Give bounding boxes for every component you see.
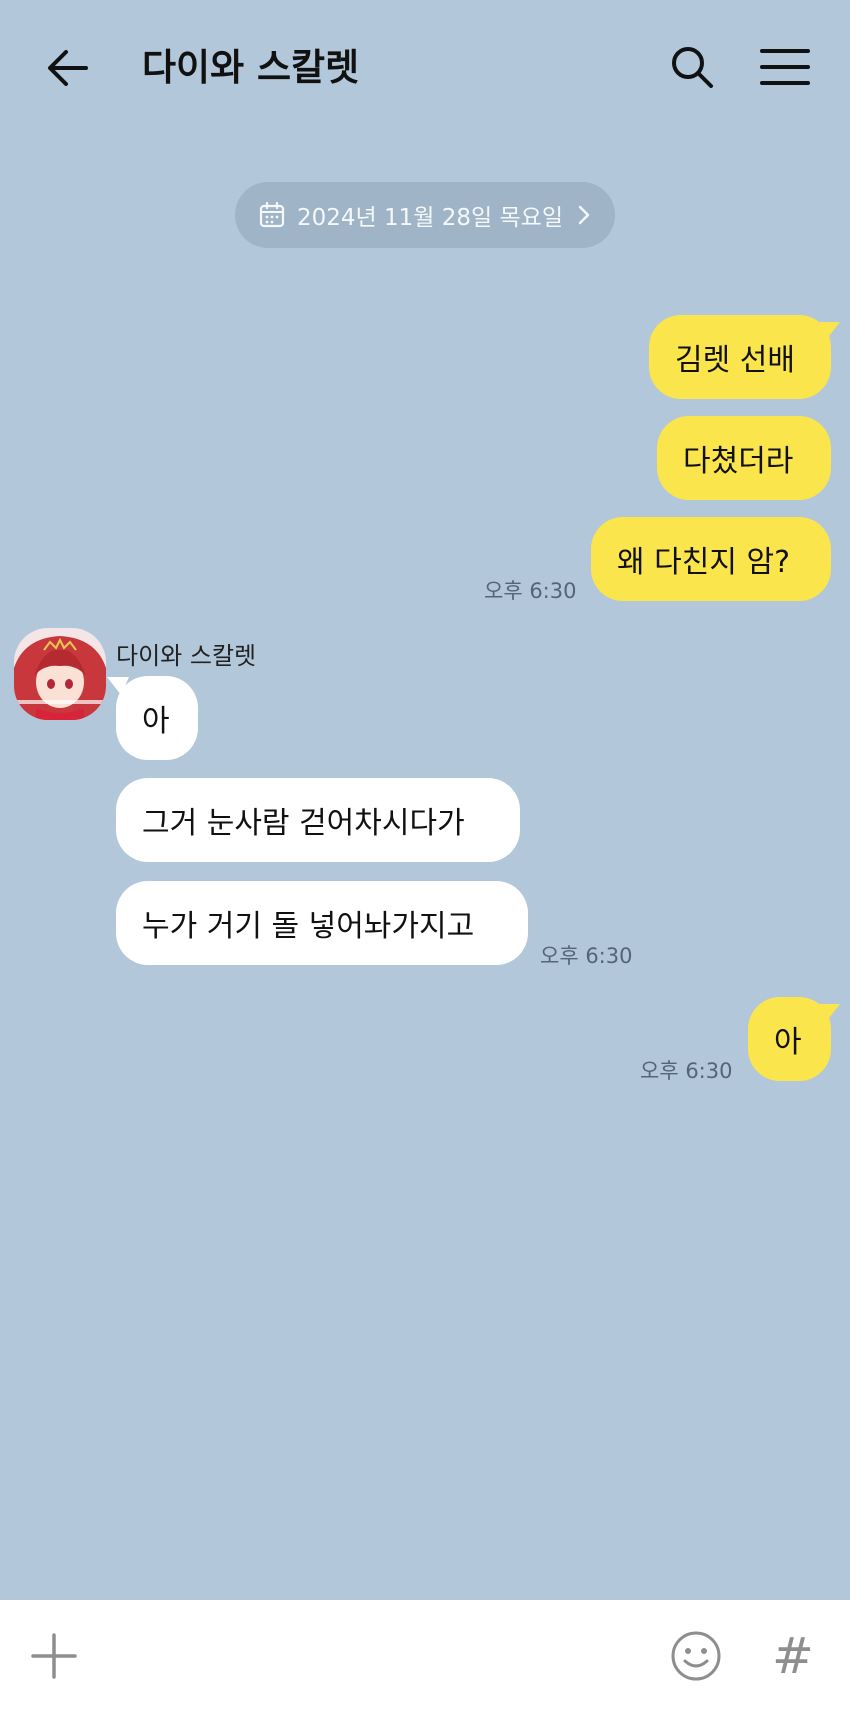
hashtag-button[interactable]: # xyxy=(766,1626,820,1686)
emoji-icon xyxy=(671,1631,721,1681)
avatar[interactable] xyxy=(14,628,106,720)
plus-icon xyxy=(31,1633,77,1679)
their-message-bubble[interactable]: 아 xyxy=(116,676,198,760)
calendar-icon xyxy=(259,202,285,228)
my-message-bubble[interactable]: 김렛 선배 xyxy=(649,315,831,399)
message-time: 오후 6:30 xyxy=(540,944,633,968)
chat-header: 다이와 스칼렛 xyxy=(0,0,850,140)
my-message-bubble[interactable]: 왜 다친지 암? xyxy=(591,517,831,601)
message-text: 김렛 선배 xyxy=(675,343,795,378)
emoji-button[interactable] xyxy=(668,1628,724,1684)
chevron-right-icon xyxy=(577,204,591,226)
message-text: 왜 다친지 암? xyxy=(617,545,790,580)
bubble-tail xyxy=(818,322,840,340)
arrow-left-icon xyxy=(48,50,88,86)
search-icon xyxy=(672,47,713,88)
menu-button[interactable] xyxy=(755,40,815,94)
search-button[interactable] xyxy=(665,40,719,94)
profile-picture-icon xyxy=(14,628,106,720)
back-button[interactable] xyxy=(40,40,96,96)
their-message-bubble[interactable]: 그거 눈사람 걷어차시다가 xyxy=(116,778,520,862)
message-text: 아 xyxy=(142,704,170,739)
attach-button[interactable] xyxy=(28,1630,80,1682)
message-time: 오후 6:30 xyxy=(640,1059,733,1083)
chat-title: 다이와 스칼렛 xyxy=(142,46,360,89)
message-text: 다쳤더라 xyxy=(683,444,794,479)
their-message-bubble[interactable]: 누가 거기 돌 넣어놔가지고 xyxy=(116,881,528,965)
date-chip[interactable]: 2024년 11월 28일 목요일 xyxy=(235,182,615,248)
message-text: 그거 눈사람 걷어차시다가 xyxy=(142,806,465,841)
message-input-bar: # xyxy=(0,1600,850,1713)
hamburger-menu-icon xyxy=(760,49,810,85)
message-text: 아 xyxy=(774,1025,802,1060)
date-label: 2024년 11월 28일 목요일 xyxy=(297,205,563,231)
message-text: 누가 거기 돌 넣어놔가지고 xyxy=(142,909,475,944)
sender-name: 다이와 스칼렛 xyxy=(116,642,257,670)
my-message-bubble[interactable]: 다쳤더라 xyxy=(657,416,831,500)
message-time: 오후 6:30 xyxy=(484,579,577,603)
bubble-tail xyxy=(818,1004,840,1022)
